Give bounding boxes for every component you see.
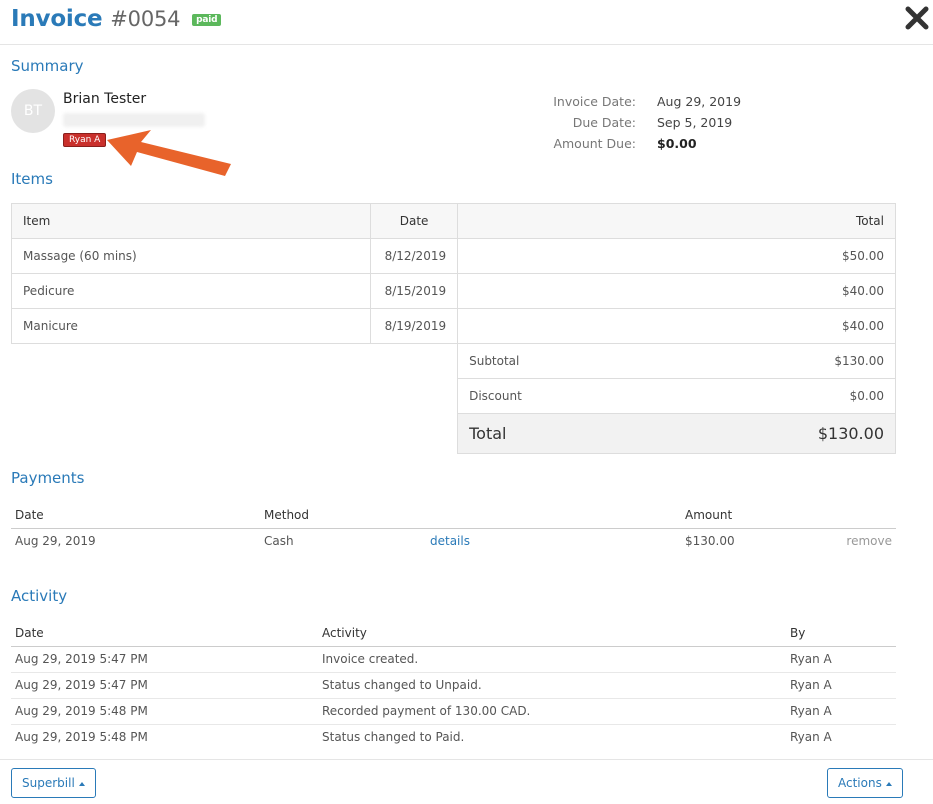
item-name: Pedicure	[10, 273, 372, 309]
activity-text: Status changed to Unpaid.	[318, 672, 786, 699]
payment-amount: $130.00	[685, 534, 735, 549]
discount-label: Discount	[457, 378, 663, 414]
column-header-total: Total	[457, 203, 896, 239]
items-header-row: Item Date Total	[10, 203, 896, 239]
item-total: $40.00	[457, 273, 896, 309]
item-total: $50.00	[457, 238, 896, 274]
caret-up-icon	[78, 781, 85, 786]
status-badge: paid	[192, 14, 222, 26]
payments-header-row: Date Method Amount	[11, 503, 896, 529]
close-button[interactable]	[902, 3, 932, 33]
activity-date: Aug 29, 2019 5:47 PM	[11, 672, 318, 699]
actions-button-label: Actions	[838, 776, 882, 790]
payments-table: Date Method Amount Aug 29, 2019 Cash det…	[11, 503, 896, 554]
superbill-button-label: Superbill	[22, 776, 75, 790]
item-date: 8/15/2019	[370, 273, 459, 309]
item-name: Manicure	[10, 308, 372, 344]
column-header-activity: Activity	[318, 621, 786, 647]
due-date-value: Sep 5, 2019	[657, 115, 733, 130]
caret-up-icon	[885, 781, 892, 786]
summary-values: Aug 29, 2019 Sep 5, 2019 $0.00	[657, 91, 741, 154]
summary-heading: Summary	[11, 57, 84, 75]
column-header-date: Date	[370, 203, 459, 239]
activity-text: Status changed to Paid.	[322, 730, 465, 745]
table-row: Massage (60 mins) 8/12/2019 $50.00	[10, 238, 896, 274]
items-table: Item Date Total Massage (60 mins) 8/12/2…	[10, 203, 896, 454]
invoice-number: #0054	[110, 7, 181, 31]
activity-header-row: Date Activity By	[11, 621, 896, 647]
activity-table: Date Activity By Aug 29, 2019 5:47 PM In…	[11, 621, 896, 750]
discount-row: Discount $0.00	[12, 378, 896, 414]
table-row: Aug 29, 2019 Cash details $130.00 remove	[11, 528, 896, 554]
table-row: Aug 29, 2019 5:47 PM Status changed to U…	[11, 672, 896, 699]
client-name[interactable]: Brian Tester	[63, 91, 146, 107]
table-row: Aug 29, 2019 5:48 PM Status changed to P…	[11, 724, 896, 750]
activity-by: Ryan A	[786, 672, 896, 699]
payments-heading: Payments	[11, 469, 85, 487]
modal-header: Invoice #0054 paid	[0, 0, 933, 45]
activity-text: Invoice created.	[318, 646, 786, 673]
annotation-arrow	[107, 130, 231, 176]
discount-value: $0.00	[662, 378, 896, 414]
client-email-redacted	[63, 113, 205, 127]
activity-by: Ryan A	[786, 698, 896, 725]
activity-by: Ryan A	[786, 646, 896, 673]
actions-button[interactable]: Actions	[827, 768, 903, 798]
avatar: BT	[11, 89, 55, 133]
subtotal-label: Subtotal	[457, 343, 663, 379]
total-row: Total $130.00	[12, 413, 896, 454]
total-label: Total	[457, 413, 663, 454]
invoice-date-label: Invoice Date:	[553, 94, 636, 109]
close-icon	[905, 6, 929, 30]
item-total: $40.00	[457, 308, 896, 344]
staff-badge: Ryan A	[63, 133, 107, 147]
table-row: Aug 29, 2019 5:47 PM Invoice created. Ry…	[11, 646, 896, 673]
payment-details-link[interactable]: details	[426, 528, 681, 554]
payment-date: Aug 29, 2019	[15, 534, 96, 549]
column-header-date: Date	[11, 621, 318, 647]
amount-due-value: $0.00	[657, 136, 697, 151]
activity-by: Ryan A	[790, 730, 832, 745]
column-header-method: Method	[260, 503, 426, 529]
table-row: Aug 29, 2019 5:48 PM Recorded payment of…	[11, 698, 896, 725]
invoice-title-label: Invoice	[11, 6, 103, 32]
item-date: 8/12/2019	[370, 238, 459, 274]
column-header-item: Item	[10, 203, 372, 239]
column-header-by: By	[786, 621, 896, 647]
subtotal-row: Subtotal $130.00	[12, 343, 896, 379]
modal-footer	[0, 759, 933, 804]
total-value: $130.00	[662, 413, 896, 454]
due-date-label: Due Date:	[572, 115, 636, 130]
item-name: Massage (60 mins)	[10, 238, 372, 274]
item-date: 8/19/2019	[370, 308, 459, 344]
activity-date: Aug 29, 2019 5:48 PM	[11, 698, 318, 725]
payment-remove-link[interactable]: remove	[841, 528, 896, 554]
activity-heading: Activity	[11, 587, 68, 605]
payment-method: Cash	[264, 534, 294, 549]
subtotal-value: $130.00	[662, 343, 896, 379]
invoice-title: Invoice #0054 paid	[11, 6, 222, 32]
column-header-amount: Amount	[681, 503, 841, 529]
activity-date: Aug 29, 2019 5:47 PM	[11, 646, 318, 673]
activity-date: Aug 29, 2019 5:48 PM	[15, 730, 148, 745]
table-row: Manicure 8/19/2019 $40.00	[10, 308, 896, 344]
superbill-button[interactable]: Superbill	[11, 768, 96, 798]
table-row: Pedicure 8/15/2019 $40.00	[10, 273, 896, 309]
column-header-date: Date	[11, 503, 260, 529]
activity-text: Recorded payment of 130.00 CAD.	[318, 698, 786, 725]
summary-labels: Invoice Date: Due Date: Amount Due:	[520, 91, 636, 154]
items-heading: Items	[11, 170, 53, 188]
invoice-date-value: Aug 29, 2019	[657, 94, 742, 109]
amount-due-label: Amount Due:	[553, 136, 636, 151]
